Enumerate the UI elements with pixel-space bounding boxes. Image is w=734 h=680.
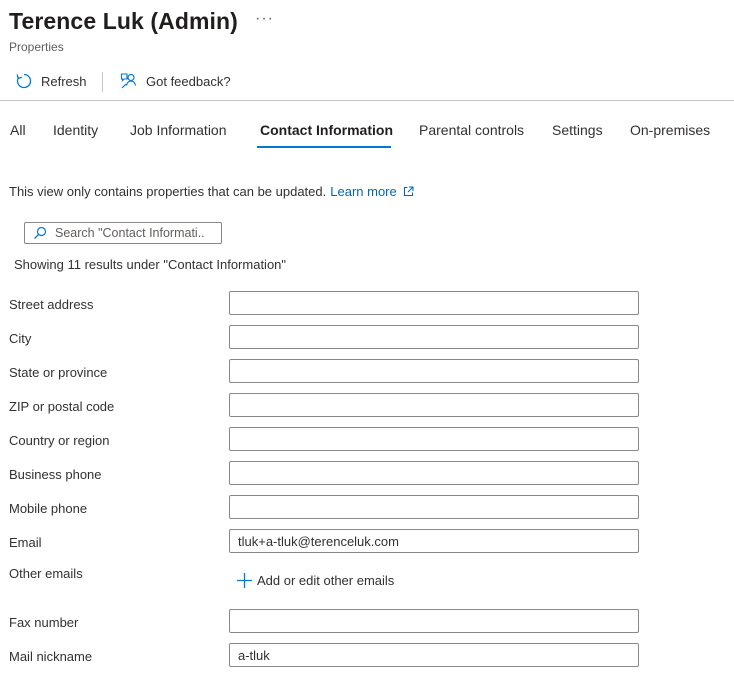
tab-job-information[interactable]: Job Information <box>130 122 227 138</box>
fax-label: Fax number <box>9 615 79 630</box>
tab-bar: All Identity Job Information Contact Inf… <box>0 116 734 150</box>
mail-nickname-label: Mail nickname <box>9 649 93 664</box>
info-text: This view only contains properties that … <box>9 184 327 199</box>
fax-input[interactable] <box>229 609 639 633</box>
toolbar-divider <box>102 72 103 92</box>
street-address-input[interactable] <box>229 291 639 315</box>
business-phone-label: Business phone <box>9 467 102 482</box>
refresh-label: Refresh <box>41 73 87 89</box>
add-other-emails-button[interactable]: Add or edit other emails <box>236 572 394 589</box>
zip-label: ZIP or postal code <box>9 399 115 414</box>
mail-nickname-input[interactable] <box>229 643 639 667</box>
other-emails-label: Other emails <box>9 566 83 581</box>
state-label: State or province <box>9 365 108 380</box>
page-subtitle: Properties <box>9 40 64 54</box>
active-tab-indicator <box>257 146 391 148</box>
external-link-icon[interactable] <box>403 186 414 197</box>
city-input[interactable] <box>229 325 639 349</box>
state-input[interactable] <box>229 359 639 383</box>
search-icon <box>34 226 47 239</box>
business-phone-input[interactable] <box>229 461 639 485</box>
country-label: Country or region <box>9 433 110 448</box>
feedback-icon <box>120 73 137 89</box>
tab-identity[interactable]: Identity <box>53 122 98 138</box>
tab-contact-information[interactable]: Contact Information <box>260 122 393 138</box>
tab-on-premises[interactable]: On-premises <box>630 122 710 138</box>
results-count: Showing 11 results under "Contact Inform… <box>14 257 287 272</box>
learn-more-link[interactable]: Learn more <box>330 184 396 199</box>
street-address-label: Street address <box>9 297 94 312</box>
tab-all[interactable]: All <box>10 122 26 138</box>
tab-parental-controls[interactable]: Parental controls <box>419 122 524 138</box>
page-title: Terence Luk (Admin) <box>9 8 238 34</box>
feedback-label: Got feedback? <box>146 73 231 89</box>
search-input[interactable] <box>55 226 205 240</box>
city-label: City <box>9 331 32 346</box>
toolbar: Refresh Got feedback? <box>0 66 734 101</box>
refresh-icon <box>16 73 32 89</box>
email-label: Email <box>9 535 42 550</box>
mobile-phone-label: Mobile phone <box>9 501 88 516</box>
zip-input[interactable] <box>229 393 639 417</box>
plus-icon <box>237 573 252 588</box>
info-message: This view only contains properties that … <box>9 184 414 199</box>
email-input[interactable] <box>229 529 639 553</box>
tab-settings[interactable]: Settings <box>552 122 603 138</box>
more-options-icon[interactable]: ··· <box>255 10 274 28</box>
feedback-button[interactable]: Got feedback? <box>120 72 231 90</box>
mobile-phone-input[interactable] <box>229 495 639 519</box>
country-input[interactable] <box>229 427 639 451</box>
add-other-emails-label: Add or edit other emails <box>257 573 395 588</box>
search-box[interactable] <box>24 222 222 244</box>
refresh-button[interactable]: Refresh <box>15 72 87 90</box>
page-header: Terence Luk (Admin) <box>9 8 238 35</box>
